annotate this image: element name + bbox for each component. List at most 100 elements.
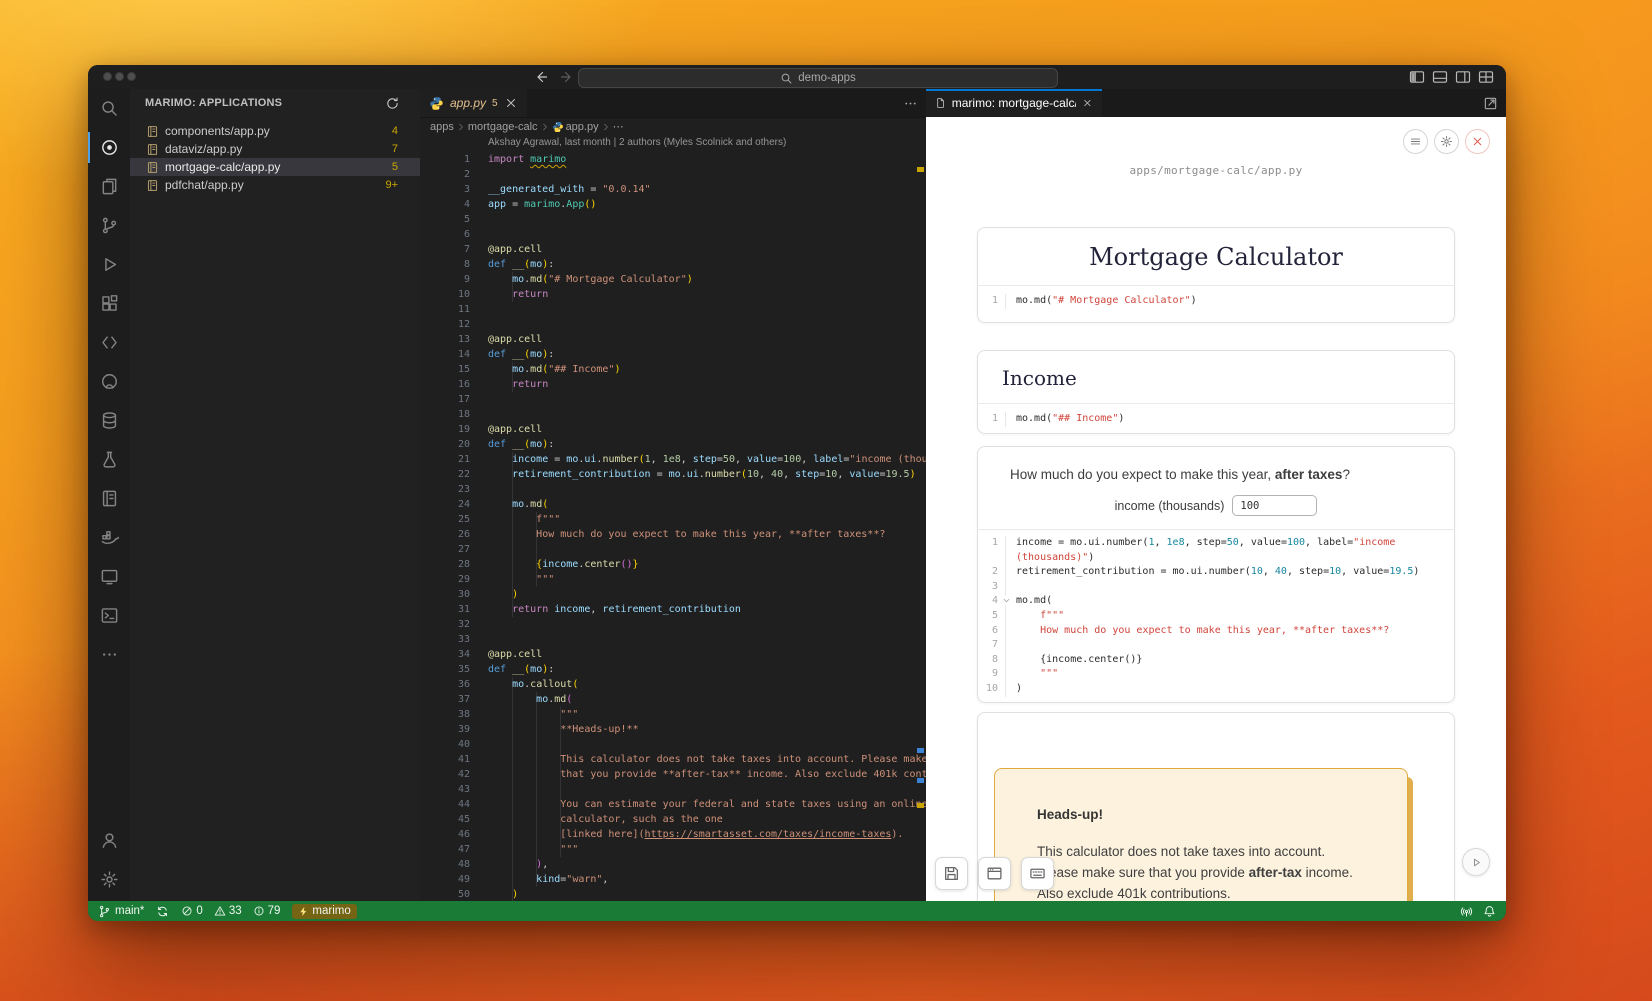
code-line-29[interactable]: 29 """ [420,572,926,587]
window-button[interactable] [978,857,1011,890]
toggle-sidebar-right-button[interactable] [1455,69,1471,85]
code-line-31[interactable]: 31 return income, retirement_contributio… [420,602,926,617]
sidebar-item-pdfchat/app.py[interactable]: pdfchat/app.py 9+ [130,176,420,194]
command-center-search[interactable]: demo-apps [578,68,1058,88]
code-line-27[interactable]: 27 [420,542,926,557]
code-line-11[interactable]: 11 [420,302,926,317]
code-line-9[interactable]: 9 mo.md("# Mortgage Calculator") [420,272,926,287]
activity-item-extensions[interactable] [88,284,130,323]
activity-item-github[interactable] [88,362,130,401]
code-line-18[interactable]: 18 [420,407,926,422]
sync-changes-button[interactable] [156,905,169,918]
code-line-35[interactable]: 35def __(mo): [420,662,926,677]
code-line-44[interactable]: 44 You can estimate your federal and sta… [420,797,926,812]
run-cell-button[interactable] [1462,848,1490,876]
code-line-38[interactable]: 38 """ [420,707,926,722]
fold-chevron-icon[interactable] [1002,596,1011,605]
activity-item-testing[interactable] [88,440,130,479]
toggle-panel-bottom-button[interactable] [1432,69,1448,85]
code-line-24[interactable]: 24 mo.md( [420,497,926,512]
activity-item-more[interactable] [88,635,130,674]
code-line-46[interactable]: 46 [linked here](https://smartasset.com/… [420,827,926,842]
activity-item-terminal[interactable] [88,596,130,635]
code-line-50[interactable]: 50 ) [420,887,926,901]
code-line-32[interactable]: 32 [420,617,926,632]
code-line-41[interactable]: 41 This calculator does not take taxes i… [420,752,926,767]
code-line-39[interactable]: 39 **Heads-up!** [420,722,926,737]
problems-indicator[interactable]: 0 33 79 [181,905,280,917]
git-branch-indicator[interactable]: main* [98,905,144,918]
tab-marimo-webview[interactable]: marimo: mortgage-calc/app.py [926,89,1102,117]
sidebar-item-mortgage-calc/app.py[interactable]: mortgage-calc/app.py 5 [130,158,420,176]
code-line-49[interactable]: 49 kind="warn", [420,872,926,887]
zoom-window-button[interactable] [127,72,136,81]
cell-code[interactable]: 1mo.md("# Mortgage Calculator") [978,285,1454,317]
code-line-23[interactable]: 23 [420,482,926,497]
code-line-14[interactable]: 14def __(mo): [420,347,926,362]
code-line-42[interactable]: 42 that you provide **after-tax** income… [420,767,926,782]
cell-code[interactable]: 1income = mo.ui.number(1, 1e8, step=50, … [978,530,1454,703]
code-line-34[interactable]: 34@app.cell [420,647,926,662]
code-line-33[interactable]: 33 [420,632,926,647]
code-editor[interactable]: Akshay Agrawal, last month | 2 authors (… [420,134,926,901]
code-line-21[interactable]: 21 income = mo.ui.number(1, 1e8, step=50… [420,452,926,467]
activity-item-search[interactable] [88,89,130,128]
editor-more-actions-button[interactable] [903,96,918,111]
code-line-5[interactable]: 5 [420,212,926,227]
breadcrumb-item[interactable]: apps [430,121,454,133]
sidebar-item-components/app.py[interactable]: components/app.py 4 [130,122,420,140]
code-line-1[interactable]: 1import marimo [420,152,926,167]
marimo-close-button[interactable] [1465,129,1490,154]
code-line-22[interactable]: 22 retirement_contribution = mo.ui.numbe… [420,467,926,482]
close-tab-button[interactable] [504,96,518,110]
activity-item-account[interactable] [88,821,130,860]
activity-item-notebook[interactable] [88,479,130,518]
code-line-12[interactable]: 12 [420,317,926,332]
activity-item-database[interactable] [88,401,130,440]
broadcast-icon[interactable] [1460,905,1473,918]
marimo-menu-button[interactable] [1403,129,1428,154]
code-line-28[interactable]: 28 {income.center()} [420,557,926,572]
keyboard-button[interactable] [1021,857,1054,890]
code-line-13[interactable]: 13@app.cell [420,332,926,347]
toggle-sidebar-left-button[interactable] [1409,69,1425,85]
code-line-10[interactable]: 10 return [420,287,926,302]
minimize-window-button[interactable] [115,72,124,81]
refresh-button[interactable] [385,96,400,111]
titlebar[interactable]: demo-apps [88,65,1506,90]
marimo-settings-button[interactable] [1434,129,1459,154]
close-webview-tab-button[interactable] [1082,96,1093,110]
code-line-19[interactable]: 19@app.cell [420,422,926,437]
codelens[interactable]: Akshay Agrawal, last month | 2 authors (… [488,137,786,148]
code-line-37[interactable]: 37 mo.md( [420,692,926,707]
code-line-15[interactable]: 15 mo.md("## Income") [420,362,926,377]
marimo-status-badge[interactable]: marimo [292,904,356,919]
history-back-button[interactable] [533,69,549,85]
activity-item-remote[interactable] [88,323,130,362]
code-line-17[interactable]: 17 [420,392,926,407]
code-line-36[interactable]: 36 mo.callout( [420,677,926,692]
code-line-7[interactable]: 7@app.cell [420,242,926,257]
save-button[interactable] [935,857,968,890]
activity-item-settings[interactable] [88,860,130,899]
code-line-8[interactable]: 8def __(mo): [420,257,926,272]
code-line-6[interactable]: 6 [420,227,926,242]
code-line-2[interactable]: 2 [420,167,926,182]
activity-item-marimo[interactable] [88,128,130,167]
breadcrumb-item[interactable]: ⋯ [613,120,624,133]
breadcrumb-item[interactable]: mortgage-calc [468,121,538,133]
customize-layout-button[interactable] [1478,69,1494,85]
code-line-47[interactable]: 47 """ [420,842,926,857]
code-line-45[interactable]: 45 calculator, such as the one [420,812,926,827]
activity-item-docker[interactable] [88,518,130,557]
breadcrumb-item[interactable]: app.py [566,121,599,133]
code-line-16[interactable]: 16 return [420,377,926,392]
tab-app-py[interactable]: app.py 5 [420,89,527,117]
activity-item-preview[interactable] [88,557,130,596]
close-window-button[interactable] [103,72,112,81]
activity-item-source-control[interactable] [88,206,130,245]
code-line-20[interactable]: 20def __(mo): [420,437,926,452]
code-line-48[interactable]: 48 ), [420,857,926,872]
code-line-25[interactable]: 25 f""" [420,512,926,527]
code-line-26[interactable]: 26 How much do you expect to make this y… [420,527,926,542]
